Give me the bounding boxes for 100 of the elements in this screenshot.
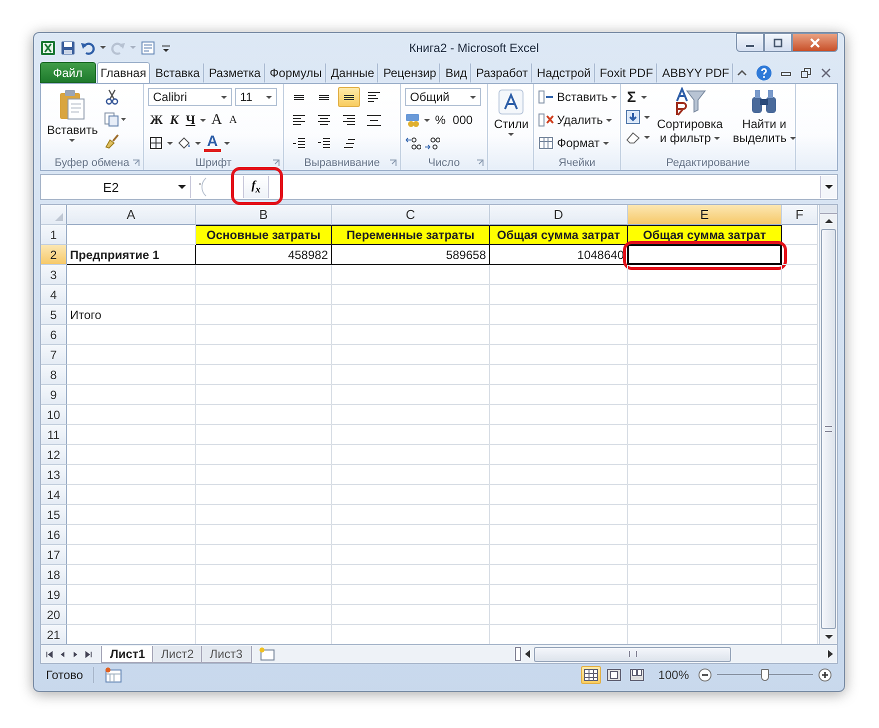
column-header[interactable]: D	[490, 205, 628, 225]
maximize-button[interactable]	[764, 33, 792, 52]
fill-down-icon[interactable]	[625, 109, 641, 125]
caret-icon[interactable]	[644, 136, 650, 138]
paste-button[interactable]: Вставить	[45, 87, 100, 155]
split-handle[interactable]	[820, 205, 837, 214]
help-icon[interactable]	[756, 64, 772, 80]
font-size-field[interactable]: 11	[235, 88, 277, 106]
scroll-down-icon[interactable]	[824, 635, 832, 639]
scroll-up-icon[interactable]	[824, 219, 832, 223]
row-header[interactable]: 16	[41, 525, 67, 545]
caret-icon[interactable]	[424, 118, 430, 122]
view-normal-button[interactable]	[581, 666, 602, 684]
last-sheet-icon[interactable]	[84, 650, 93, 658]
file-tab[interactable]: Файл	[40, 62, 96, 83]
sheet-tab[interactable]: Лист3	[200, 646, 252, 662]
spreadsheet-logo-icon[interactable]	[40, 40, 56, 56]
save-icon[interactable]	[60, 40, 76, 56]
close-icon[interactable]	[820, 66, 832, 78]
styles-button[interactable]: Стили	[492, 87, 531, 155]
vertical-scrollbar[interactable]	[819, 205, 837, 644]
caret-icon[interactable]	[200, 118, 206, 122]
slider-thumb[interactable]	[761, 669, 769, 681]
next-sheet-icon[interactable]	[71, 650, 80, 658]
row-header[interactable]: 17	[41, 545, 67, 565]
column-header[interactable]: B	[196, 205, 332, 225]
row-header[interactable]: 13	[41, 465, 67, 485]
autosum-button[interactable]: Σ	[625, 88, 638, 106]
caret-icon[interactable]	[195, 142, 201, 144]
row-header[interactable]: 21	[41, 625, 67, 644]
column-header[interactable]: E	[628, 205, 782, 225]
underline-button[interactable]: Ч	[184, 111, 198, 129]
caret-icon[interactable]	[644, 116, 650, 118]
zoom-in-button[interactable]	[818, 668, 832, 682]
italic-button[interactable]: К	[168, 111, 181, 129]
grow-font-button[interactable]: A	[209, 111, 224, 129]
row-header[interactable]: 4	[41, 285, 67, 305]
row-header[interactable]: 12	[41, 445, 67, 465]
fill-bucket-icon[interactable]	[176, 135, 192, 151]
delete-cells-button[interactable]: Удалить	[538, 110, 616, 130]
ribbon-tab[interactable]: Главная	[96, 62, 150, 84]
row-header[interactable]: 1	[41, 225, 67, 245]
row-header[interactable]: 20	[41, 605, 67, 625]
previous-sheet-icon[interactable]	[58, 650, 67, 658]
restore-icon[interactable]	[800, 66, 812, 78]
row-header[interactable]: 5	[41, 305, 67, 325]
caret-icon[interactable]	[100, 46, 106, 49]
name-box[interactable]: E2	[41, 176, 191, 198]
insert-cells-button[interactable]: Вставить	[538, 87, 616, 107]
column-header[interactable]: F	[782, 205, 818, 225]
column-header[interactable]: C	[332, 205, 490, 225]
sheet-tab[interactable]: Лист2	[152, 646, 203, 662]
row-header[interactable]: 11	[41, 425, 67, 445]
row-header[interactable]: 6	[41, 325, 67, 345]
cut-icon[interactable]	[104, 89, 120, 105]
row-header[interactable]: 3	[41, 265, 67, 285]
new-sheet-icon[interactable]	[258, 647, 276, 661]
close-button[interactable]	[792, 33, 838, 52]
dialog-launcher-icon[interactable]	[389, 159, 397, 167]
row-header[interactable]: 10	[41, 405, 67, 425]
sheet-tab[interactable]: Лист1	[101, 646, 154, 662]
thousands-button[interactable]: 000	[450, 111, 475, 129]
bold-button[interactable]: Ж	[148, 111, 165, 129]
number-format-field[interactable]: Общий	[405, 88, 481, 106]
row-header[interactable]: 18	[41, 565, 67, 585]
dialog-launcher-icon[interactable]	[476, 159, 484, 167]
align-bottom-button[interactable]	[338, 87, 360, 107]
increase-decimal-icon[interactable]	[405, 135, 421, 151]
shrink-font-button[interactable]: A	[227, 111, 240, 129]
record-macro-icon[interactable]	[93, 667, 122, 683]
font-color-button[interactable]: A	[204, 134, 221, 152]
row-header[interactable]: 14	[41, 485, 67, 505]
form-icon[interactable]	[140, 40, 156, 56]
borders-icon[interactable]	[148, 135, 164, 151]
row-header[interactable]: 8	[41, 365, 67, 385]
caret-icon[interactable]	[167, 142, 173, 144]
find-select-button[interactable]: Найти и выделить	[730, 87, 799, 155]
row-header[interactable]: 15	[41, 505, 67, 525]
font-name-field[interactable]: Calibri	[148, 88, 232, 106]
dialog-launcher-icon[interactable]	[132, 159, 140, 167]
scroll-thumb[interactable]	[821, 229, 836, 629]
zoom-out-button[interactable]	[698, 668, 712, 682]
caret-icon[interactable]	[641, 96, 648, 98]
row-header[interactable]: 2	[41, 245, 67, 265]
column-header[interactable]: A	[67, 205, 196, 225]
split-handle[interactable]	[515, 647, 521, 661]
row-header[interactable]: 7	[41, 345, 67, 365]
format-cells-button[interactable]: Формат	[538, 133, 616, 153]
undo-icon[interactable]	[80, 40, 96, 56]
row-header[interactable]: 9	[41, 385, 67, 405]
format-painter-icon[interactable]	[104, 133, 120, 149]
caret-icon[interactable]	[224, 142, 230, 144]
expand-button[interactable]	[820, 176, 837, 198]
decrease-decimal-icon[interactable]	[424, 135, 440, 151]
insert-function-button[interactable]: f$_{x}$	[243, 176, 269, 198]
sort-filter-button[interactable]: Сортировка и фильтр	[654, 87, 726, 155]
scroll-right-icon[interactable]	[828, 650, 833, 658]
minimize-button[interactable]	[736, 33, 764, 52]
copy-icon[interactable]	[104, 111, 128, 127]
first-sheet-icon[interactable]	[45, 650, 54, 658]
